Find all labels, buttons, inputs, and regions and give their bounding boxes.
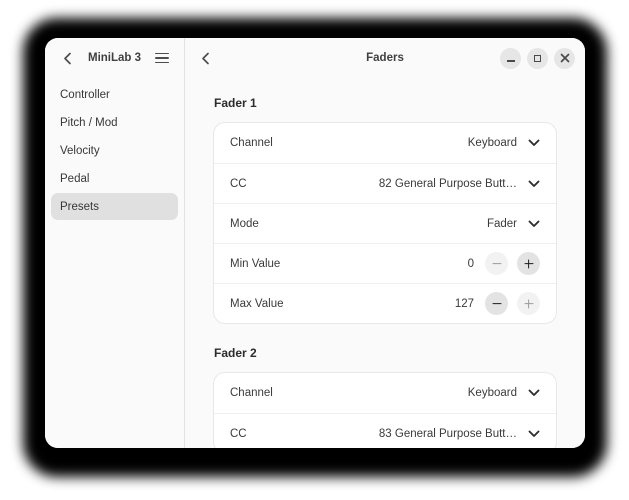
fader-2-section: Fader 2 Channel Keyboard CC 83 General P… [213,346,557,448]
cc-dropdown-row[interactable]: CC 82 General Purpose Butt… [214,163,556,203]
row-label: Max Value [230,297,284,310]
close-icon [560,53,569,63]
content-scroll-area[interactable]: Fader 1 Channel Keyboard CC 82 General P… [185,78,585,448]
decrement-button[interactable] [485,252,508,275]
row-label: CC [230,427,247,440]
maximize-icon [534,54,541,62]
section-heading: Fader 2 [214,346,257,360]
minimize-icon [506,60,515,62]
desktop-background: MiniLab 3 Controller Pitch / Mod Velocit… [0,0,629,500]
row-label: Mode [230,217,259,230]
row-label: Min Value [230,257,281,270]
stepper-value: 127 [454,297,474,310]
sidebar-item-label: Pedal [60,172,90,185]
sidebar-nav: Controller Pitch / Mod Velocity Pedal Pr… [45,78,184,224]
increment-button[interactable] [517,252,540,275]
settings-card: Channel Keyboard CC 82 General Purpose B… [213,122,557,324]
sidebar-item-label: Controller [60,88,110,101]
chevron-left-icon [201,52,209,64]
chevron-down-icon [528,430,540,437]
main-menu-button[interactable] [152,48,172,68]
maximize-button[interactable] [527,47,548,69]
row-label: CC [230,177,247,190]
hamburger-icon [155,52,169,64]
sidebar-item-label: Presets [60,200,99,213]
decrement-button[interactable] [485,292,508,315]
row-value: 82 General Purpose Butt… [378,177,517,190]
chevron-left-icon [63,52,71,64]
sidebar-item-velocity[interactable]: Velocity [51,137,178,164]
channel-dropdown-row[interactable]: Channel Keyboard [214,123,556,163]
stepper-value: 0 [467,257,474,270]
sidebar-item-controller[interactable]: Controller [51,81,178,108]
main-panel: Faders Fader 1 Channel Keyboard CC 82 Ge… [185,38,585,448]
fader-1-section: Fader 1 Channel Keyboard CC 82 General P… [213,96,557,324]
close-button[interactable] [554,47,575,69]
cc-dropdown-row[interactable]: CC 83 General Purpose Butt… [214,413,556,448]
page-back-button[interactable] [195,48,215,68]
headerbar: Faders [185,38,585,78]
row-value: 83 General Purpose Butt… [378,427,517,440]
chevron-down-icon [528,220,540,227]
sidebar-item-label: Velocity [60,144,100,157]
row-value: Keyboard [467,137,517,149]
sidebar: MiniLab 3 Controller Pitch / Mod Velocit… [45,38,185,448]
chevron-down-icon [528,389,540,396]
max-value-stepper-row: Max Value 127 [214,283,556,323]
increment-button[interactable] [517,292,540,315]
sidebar-title: MiniLab 3 [87,52,142,64]
sidebar-item-label: Pitch / Mod [60,116,118,129]
minus-icon [492,302,501,305]
window-controls [500,47,575,69]
min-value-stepper-row: Min Value 0 [214,243,556,283]
chevron-down-icon [528,180,540,187]
sidebar-item-presets[interactable]: Presets [51,193,178,220]
row-value: Keyboard [467,387,517,399]
sidebar-item-pitch-mod[interactable]: Pitch / Mod [51,109,178,136]
row-value: Fader [486,217,517,230]
section-heading: Fader 1 [214,96,257,110]
app-window: MiniLab 3 Controller Pitch / Mod Velocit… [45,38,585,448]
channel-dropdown-row[interactable]: Channel Keyboard [214,373,556,413]
minus-icon [492,262,501,265]
row-label: Channel [230,387,273,399]
chevron-down-icon [528,139,540,146]
settings-card: Channel Keyboard CC 83 General Purpose B… [213,372,557,448]
sidebar-back-button[interactable] [57,48,77,68]
row-label: Channel [230,137,273,149]
mode-dropdown-row[interactable]: Mode Fader [214,203,556,243]
sidebar-item-pedal[interactable]: Pedal [51,165,178,192]
minimize-button[interactable] [500,47,521,69]
sidebar-header: MiniLab 3 [45,38,184,78]
page-title: Faders [366,52,404,64]
